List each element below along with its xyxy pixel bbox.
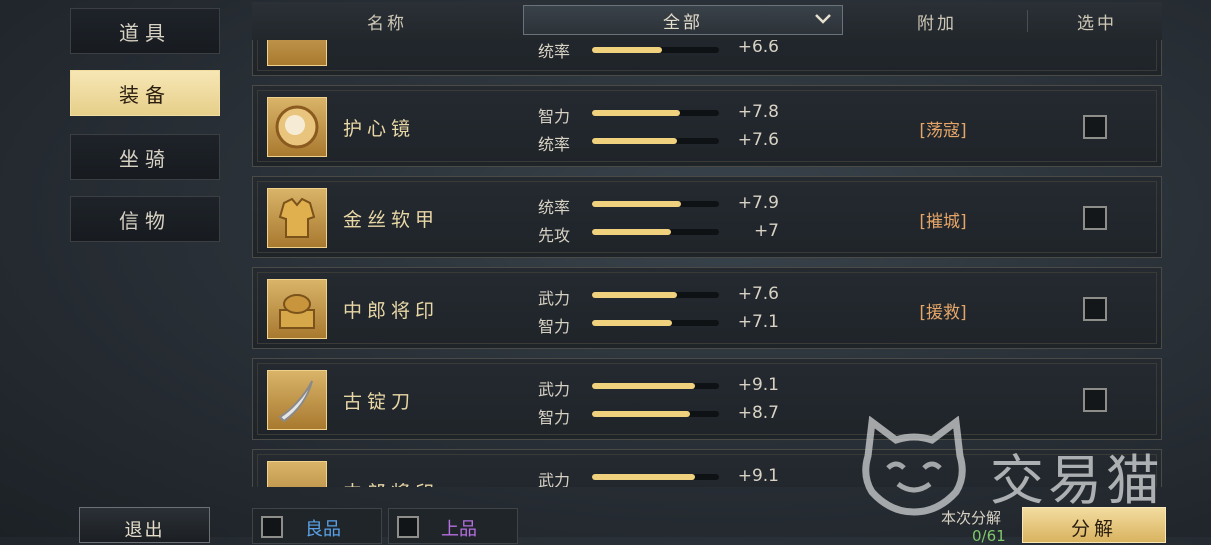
quality-checkbox[interactable] <box>261 516 283 538</box>
equipment-list[interactable]: 统率 +6.6 护心镜 智力 +7.8 统率 +7.6 [荡寇] 金丝软甲 统率… <box>252 40 1164 487</box>
select-checkbox[interactable] <box>1083 297 1107 321</box>
stat-value: +7.8 <box>737 102 779 122</box>
list-item[interactable]: 统率 +6.6 <box>252 40 1162 76</box>
blade-icon <box>267 370 327 430</box>
stat-value: +7.6 <box>737 130 779 150</box>
split-count-value: 0/61 <box>972 527 1006 545</box>
stat-bar <box>592 383 719 389</box>
stat-label: 武力 <box>538 289 571 308</box>
tab-mounts[interactable]: 坐骑 <box>70 134 220 180</box>
list-item[interactable]: 金丝软甲 统率 +7.9 先攻 +7 [摧城] <box>252 176 1162 258</box>
stat-value: +7 <box>753 221 779 241</box>
exit-button[interactable]: 退出 <box>79 507 210 543</box>
stat-label: 智力 <box>538 107 571 126</box>
stat-bar <box>592 47 719 53</box>
select-checkbox[interactable] <box>1083 115 1107 139</box>
stat-bar <box>592 474 719 480</box>
tab-items[interactable]: 道具 <box>70 8 220 54</box>
stat-label: 武力 <box>538 471 571 487</box>
mirror-shield-icon <box>267 97 327 157</box>
seal-icon <box>267 461 327 487</box>
stat-value: +7.1 <box>737 312 779 332</box>
list-header: 名称 全部 附加 选中 <box>252 2 1162 41</box>
tab-equipment[interactable]: 装备 <box>70 70 220 116</box>
tab-tokens[interactable]: 信物 <box>70 196 220 242</box>
item-name: 中郎将印 <box>343 300 440 322</box>
chevron-down-icon <box>815 14 831 24</box>
stat-value: +7.9 <box>737 193 779 213</box>
stat-value: +9.1 <box>737 375 779 395</box>
stat-bar <box>592 110 719 116</box>
stat-label: 统率 <box>538 42 571 61</box>
item-bonus: [援救] <box>919 303 967 323</box>
list-item[interactable]: 护心镜 智力 +7.8 统率 +7.6 [荡寇] <box>252 85 1162 167</box>
select-checkbox[interactable] <box>1083 206 1107 230</box>
item-name: 中郎将印 <box>343 478 439 487</box>
header-extra: 附加 <box>917 13 957 34</box>
stat-label: 智力 <box>538 317 571 336</box>
quality-checkbox[interactable] <box>397 516 419 538</box>
stat-bar <box>592 201 719 207</box>
cat-logo-icon <box>862 416 966 516</box>
quality-label: 良品 <box>305 519 341 540</box>
seal-icon <box>267 279 327 339</box>
stat-label: 先攻 <box>538 226 571 245</box>
armor-icon <box>267 40 327 66</box>
list-item[interactable]: 中郎将印 武力 +7.6 智力 +7.1 [援救] <box>252 267 1162 349</box>
stat-label: 统率 <box>538 135 571 154</box>
stat-bar <box>592 292 719 298</box>
header-selected: 选中 <box>1077 13 1117 34</box>
item-bonus: [摧城] <box>919 212 967 232</box>
stat-bar <box>592 229 719 235</box>
stat-value: +6.6 <box>737 40 779 57</box>
item-name: 护心镜 <box>343 118 416 140</box>
list-item[interactable]: 古锭刀 武力 +9.1 智力 +8.7 <box>252 358 1162 440</box>
stat-value: +8.7 <box>737 403 779 423</box>
stat-label: 统率 <box>538 198 571 217</box>
quality-filter-superior[interactable]: 上品 <box>388 508 518 544</box>
watermark-text: 交易猫 <box>990 449 1164 512</box>
stat-bar <box>592 411 719 417</box>
stat-value: +9.1 <box>737 466 779 486</box>
item-bonus: [荡寇] <box>919 121 967 141</box>
stat-label: 智力 <box>538 408 571 427</box>
stat-bar <box>592 138 719 144</box>
filter-value: 全部 <box>663 12 703 33</box>
filter-dropdown[interactable]: 全部 <box>523 5 843 35</box>
select-checkbox[interactable] <box>1083 388 1107 412</box>
quality-filter-good[interactable]: 良品 <box>252 508 382 544</box>
stat-bar <box>592 320 719 326</box>
stat-value: +7.6 <box>737 284 779 304</box>
item-name: 古锭刀 <box>343 391 416 413</box>
armor-icon <box>267 188 327 248</box>
stat-label: 武力 <box>538 380 571 399</box>
header-divider <box>1027 10 1028 32</box>
quality-label: 上品 <box>441 519 477 540</box>
header-name: 名称 <box>367 13 407 34</box>
item-name: 金丝软甲 <box>343 209 440 231</box>
